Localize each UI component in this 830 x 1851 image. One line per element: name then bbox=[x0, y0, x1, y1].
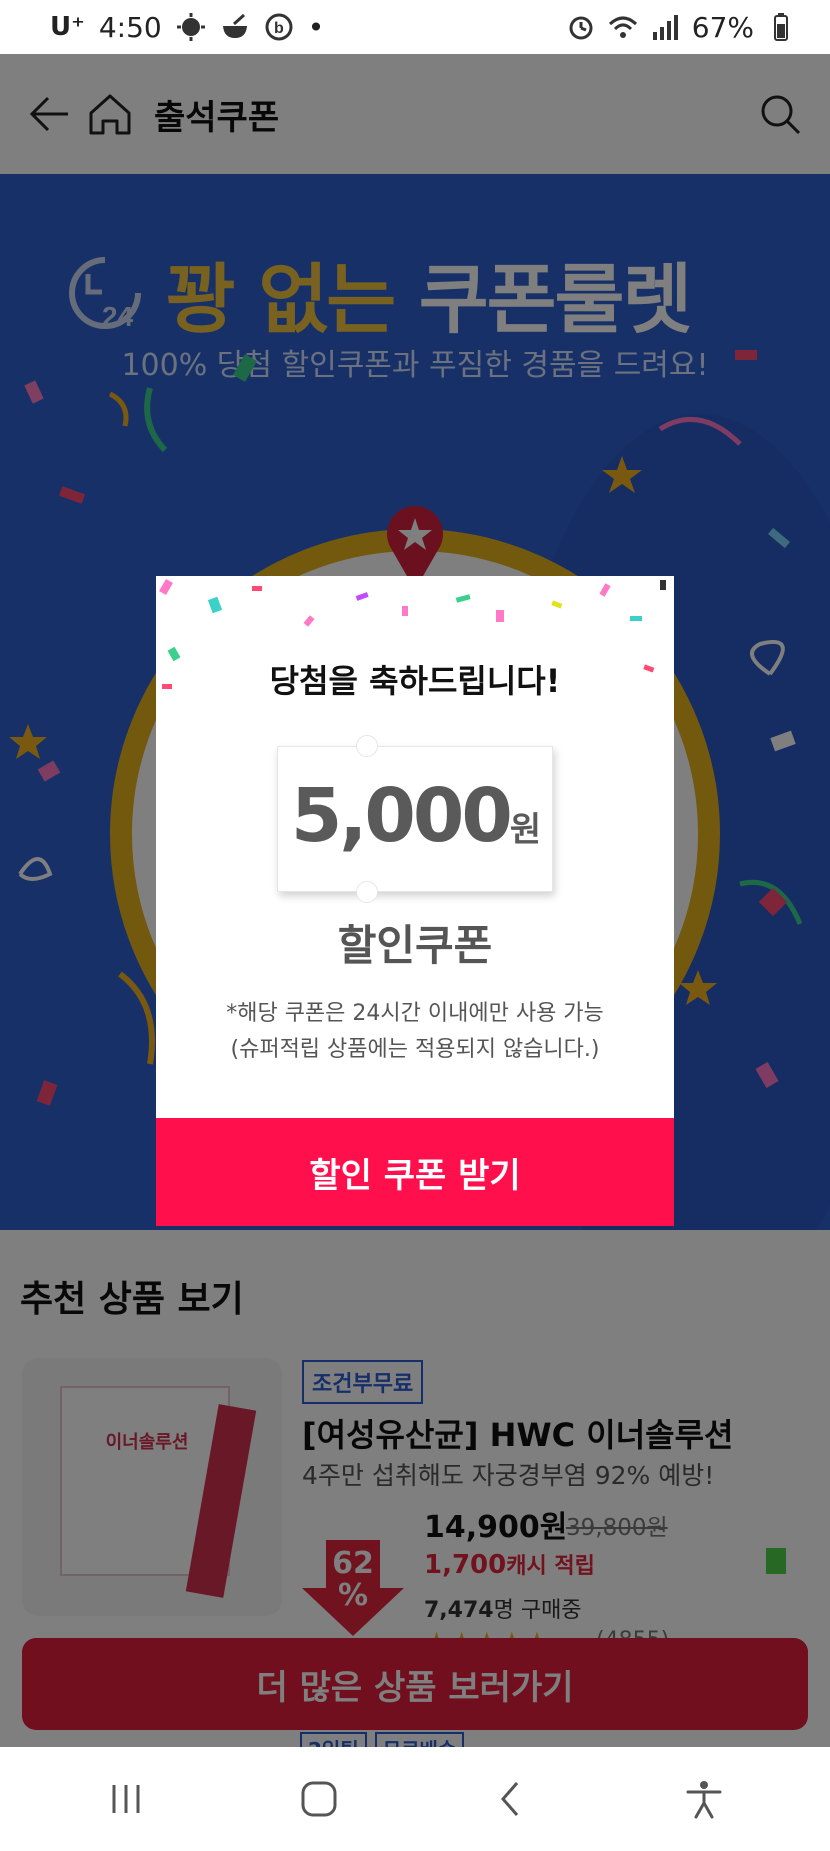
back-nav-button[interactable] bbox=[476, 1764, 546, 1834]
recent-apps-button[interactable] bbox=[91, 1764, 161, 1834]
system-nav-bar bbox=[0, 1747, 830, 1851]
coupon-notice: *해당 쿠폰은 24시간 이내에만 사용 가능 (슈퍼적립 상품에는 적용되지 … bbox=[156, 996, 674, 1068]
home-nav-button[interactable] bbox=[284, 1764, 354, 1834]
notice-line-1: *해당 쿠폰은 24시간 이내에만 사용 가능 bbox=[226, 1001, 604, 1026]
modal-heading: 당첨을 축하드립니다! bbox=[269, 662, 561, 700]
coupon-amount-value: 5,000 bbox=[290, 773, 513, 859]
coupon-label: 할인쿠폰 bbox=[337, 921, 493, 970]
b-app-icon: b bbox=[265, 13, 293, 41]
coupon-amount: 5,000원 bbox=[278, 773, 554, 859]
home-button-icon bbox=[301, 1781, 337, 1817]
status-bar: U⁺ 4:50 b • 67% bbox=[0, 0, 830, 54]
accessibility-button[interactable] bbox=[669, 1764, 739, 1834]
accessibility-icon bbox=[686, 1781, 722, 1819]
carrier-label: U⁺ bbox=[50, 12, 85, 42]
weather-icon bbox=[176, 13, 205, 41]
battery-percent: 67% bbox=[691, 10, 754, 44]
status-left: U⁺ 4:50 b • bbox=[50, 11, 324, 44]
win-modal: 당첨을 축하드립니다! 5,000원 할인쿠폰 *해당 쿠폰은 24시간 이내에… bbox=[156, 576, 674, 1226]
status-right: 67% bbox=[566, 11, 796, 44]
coupon-ticket: 5,000원 bbox=[277, 735, 554, 903]
back-button-icon bbox=[501, 1782, 519, 1816]
coupon-amount-unit: 원 bbox=[509, 810, 542, 850]
wifi-icon bbox=[608, 16, 637, 38]
notice-line-2: (슈퍼적립 상품에는 적용되지 않습니다.) bbox=[230, 1037, 600, 1062]
ticket-notch-bottom bbox=[356, 881, 378, 903]
battery-icon bbox=[774, 13, 788, 41]
notification-dot: • bbox=[307, 10, 325, 44]
alarm-icon bbox=[569, 16, 593, 40]
svg-text:b: b bbox=[274, 20, 284, 37]
ticket-notch-top bbox=[356, 735, 378, 757]
status-time: 4:50 bbox=[98, 10, 162, 44]
get-coupon-button[interactable]: 할인 쿠폰 받기 bbox=[156, 1118, 674, 1226]
signal-icon bbox=[652, 15, 678, 40]
recent-apps-icon bbox=[112, 1785, 140, 1813]
bowl-icon bbox=[222, 13, 247, 38]
